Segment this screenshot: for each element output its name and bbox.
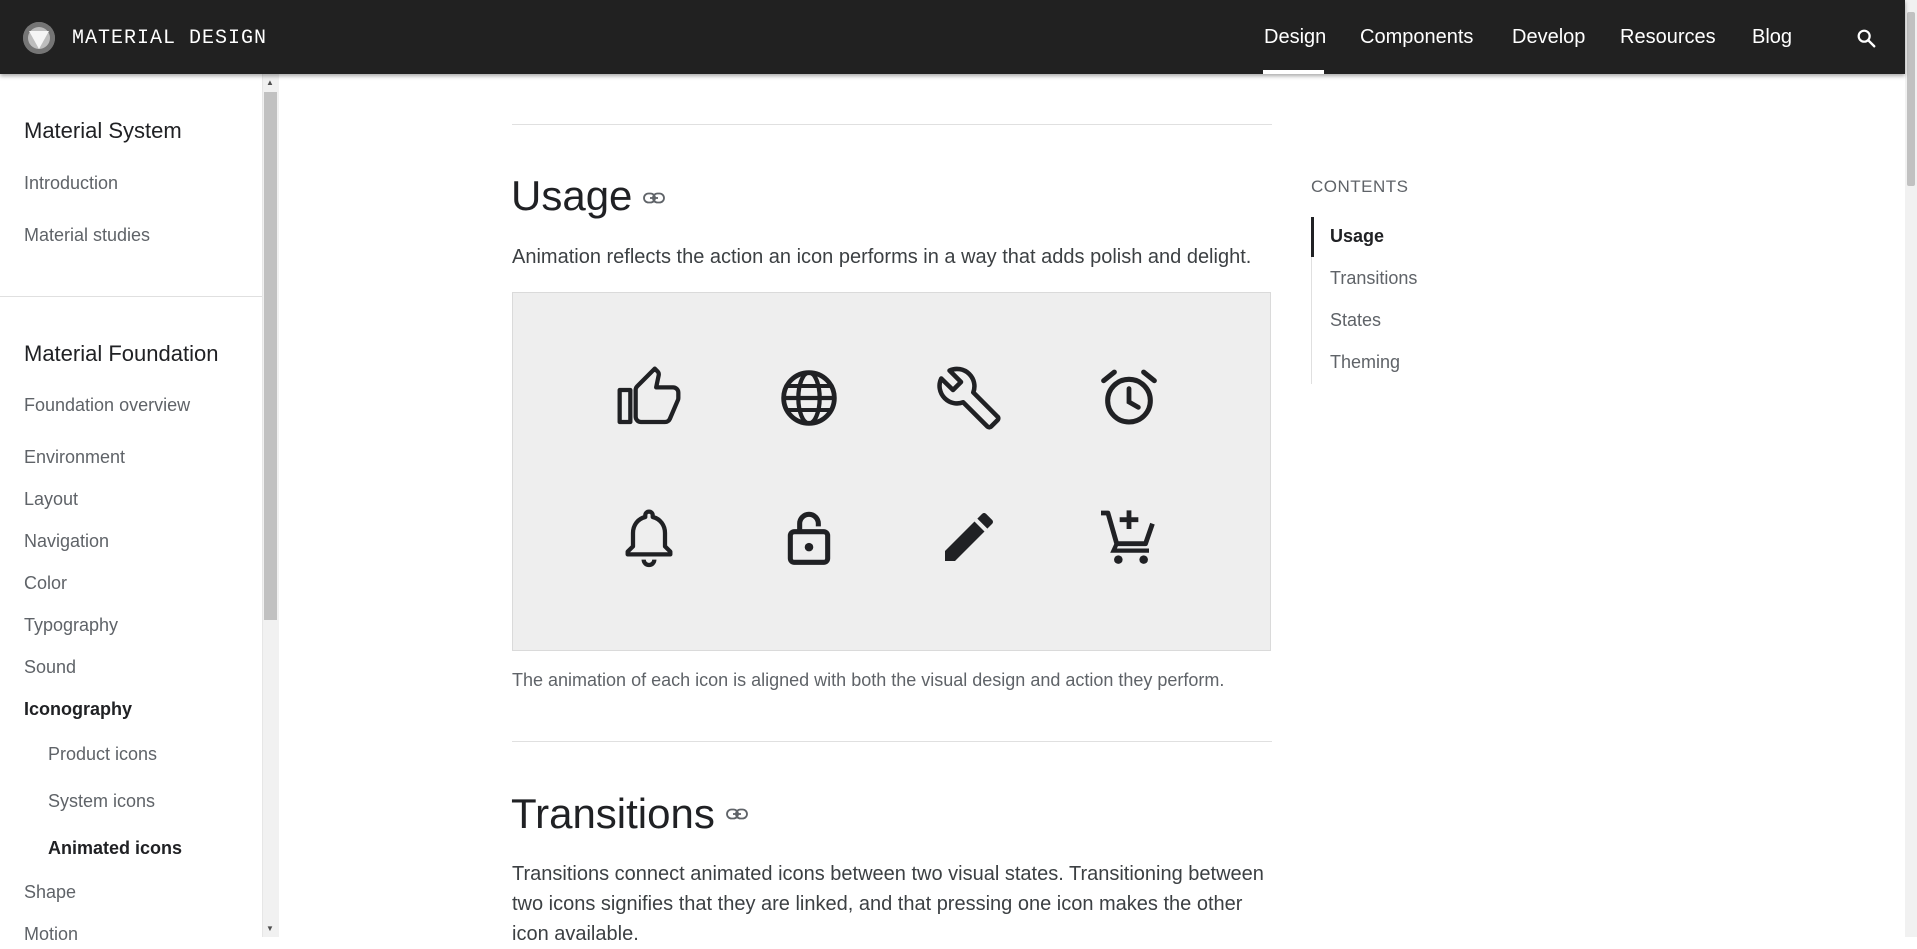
toc-title: CONTENTS	[1311, 177, 1409, 196]
sidebar-item-shape[interactable]: Shape	[24, 882, 76, 903]
nav-active-indicator	[1263, 70, 1324, 74]
transitions-link-icon[interactable]	[726, 807, 748, 820]
sidebar-item-system-icons[interactable]: System icons	[48, 791, 155, 812]
globe-icon	[777, 366, 841, 430]
sidebar-item-navigation[interactable]: Navigation	[24, 531, 109, 552]
transitions-description: Transitions connect animated icons betwe…	[512, 863, 1264, 945]
sidebar-item-color[interactable]: Color	[24, 573, 67, 594]
usage-link-icon[interactable]	[643, 191, 665, 204]
sidebar-item-iconography[interactable]: Iconography	[24, 699, 132, 720]
usage-description: Animation reflects the action an icon pe…	[512, 246, 1252, 268]
sidebar-item-layout[interactable]: Layout	[24, 489, 78, 510]
nav-design[interactable]: Design	[1264, 26, 1326, 49]
toc-active-indicator	[1311, 217, 1314, 257]
search-icon[interactable]	[1855, 27, 1877, 49]
figure-caption: The animation of each icon is aligned wi…	[512, 670, 1225, 690]
top-app-bar: MATERIAL DESIGN Design Components Develo…	[0, 0, 1905, 74]
wrench-icon	[937, 366, 1001, 430]
sidebar-nav: Material System Introduction Material st…	[0, 74, 262, 944]
sidebar-item-foundation-overview[interactable]: Foundation overview	[24, 395, 190, 416]
sidebar-scroll-up-icon[interactable]: ▲	[266, 78, 274, 87]
nav-components[interactable]: Components	[1360, 26, 1473, 49]
sidebar-item-environment[interactable]: Environment	[24, 447, 125, 468]
brand-title[interactable]: MATERIAL DESIGN	[72, 27, 267, 50]
nav-blog[interactable]: Blog	[1752, 26, 1792, 49]
sidebar-scrollbar-thumb[interactable]	[264, 92, 277, 620]
toc-item-usage[interactable]: Usage	[1330, 226, 1384, 247]
sidebar-item-product-icons[interactable]: Product icons	[48, 744, 157, 765]
material-logo-icon[interactable]	[23, 22, 55, 54]
thumb-up-icon	[617, 366, 681, 430]
pencil-icon	[937, 505, 1001, 569]
sidebar-item-typography[interactable]: Typography	[24, 615, 118, 636]
unlocked-icon	[777, 505, 841, 569]
nav-resources[interactable]: Resources	[1620, 26, 1716, 49]
sidebar-divider	[0, 296, 262, 297]
toc-item-theming[interactable]: Theming	[1330, 352, 1400, 373]
sidebar-item-introduction[interactable]: Introduction	[24, 173, 118, 194]
page-scrollbar-thumb[interactable]	[1907, 12, 1915, 186]
section-divider	[512, 124, 1272, 125]
sidebar-scroll-down-icon[interactable]: ▼	[266, 924, 274, 933]
section-divider	[512, 741, 1272, 742]
toc-item-transitions[interactable]: Transitions	[1330, 268, 1417, 289]
sidebar-item-sound[interactable]: Sound	[24, 657, 76, 678]
alarm-icon	[1097, 366, 1161, 430]
sidebar-section-material-system: Material System	[24, 118, 182, 143]
animated-icons-figure	[512, 292, 1271, 651]
transitions-heading: Transitions	[511, 790, 715, 837]
sidebar-item-motion[interactable]: Motion	[24, 924, 78, 945]
usage-heading: Usage	[511, 172, 633, 219]
sidebar-item-animated-icons[interactable]: Animated icons	[48, 838, 182, 859]
sidebar-section-material-foundation: Material Foundation	[24, 341, 219, 366]
add-to-cart-icon	[1097, 505, 1161, 569]
sidebar-item-material-studies[interactable]: Material studies	[24, 225, 150, 246]
toc-item-states[interactable]: States	[1330, 310, 1381, 331]
nav-develop[interactable]: Develop	[1512, 26, 1585, 49]
bell-icon	[617, 505, 681, 569]
